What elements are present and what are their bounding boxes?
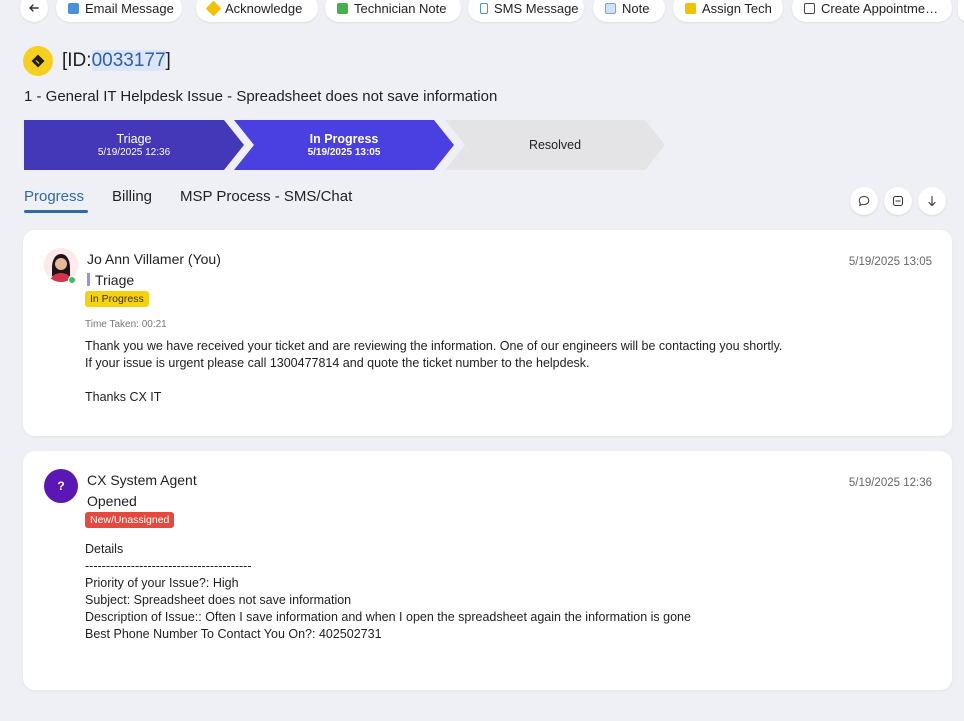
entry-timestamp: 5/19/2025 13:05 bbox=[848, 256, 932, 268]
timeline-entry: ? CX System Agent Opened New/Unassigned … bbox=[23, 451, 952, 690]
sms-icon bbox=[480, 2, 488, 14]
stage-name: In Progress bbox=[309, 132, 379, 146]
more-toolbar-button[interactable] bbox=[958, 0, 964, 22]
entry-author: CX System Agent bbox=[87, 472, 197, 488]
email-message-label: Email Message bbox=[85, 0, 174, 16]
assign-tech-button[interactable]: Assign Tech bbox=[673, 0, 783, 22]
stage-progress: Triage 5/19/2025 12:36 In Progress 5/19/… bbox=[24, 120, 684, 170]
stage-name: Triage bbox=[116, 132, 152, 146]
note-icon bbox=[605, 2, 616, 14]
online-status-dot bbox=[68, 276, 76, 284]
status-badge: In Progress bbox=[85, 291, 149, 307]
entry-body: Thank you we have received your ticket a… bbox=[85, 339, 783, 404]
tab-billing[interactable]: Billing bbox=[112, 188, 152, 205]
back-button[interactable] bbox=[20, 0, 48, 22]
collapse-button[interactable] bbox=[884, 187, 912, 215]
status-badge: New/Unassigned bbox=[85, 512, 175, 528]
sort-down-button[interactable] bbox=[918, 187, 946, 215]
assign-tech-label: Assign Tech bbox=[702, 0, 772, 16]
acknowledge-icon bbox=[205, 0, 222, 16]
tab-progress[interactable]: Progress bbox=[24, 188, 84, 205]
speech-bubble-icon bbox=[858, 195, 870, 207]
acknowledge-button[interactable]: Acknowledge bbox=[196, 0, 318, 22]
comment-button[interactable] bbox=[850, 187, 878, 215]
technician-note-icon bbox=[337, 2, 348, 14]
arrow-down-icon bbox=[928, 195, 936, 207]
entry-author: Jo Ann Villamer (You) bbox=[87, 251, 221, 267]
time-taken: Time Taken: 00:21 bbox=[85, 319, 167, 330]
action-toolbar: Email Message Acknowledge Technician Not… bbox=[0, 0, 964, 22]
sms-message-button[interactable]: SMS Message bbox=[468, 0, 584, 22]
assign-tech-icon bbox=[685, 2, 696, 14]
ticket-id-prefix: [ID: bbox=[62, 50, 92, 71]
email-message-button[interactable]: Email Message bbox=[56, 0, 182, 22]
stage-marker bbox=[87, 273, 90, 286]
ticket-icon bbox=[23, 46, 53, 76]
sms-message-label: SMS Message bbox=[494, 0, 579, 16]
ticket-title: 1 - General IT Helpdesk Issue - Spreadsh… bbox=[24, 88, 498, 105]
entry-stage: Opened bbox=[87, 493, 137, 509]
entry-stage-text: Triage bbox=[95, 272, 135, 288]
ticket-id-number[interactable]: 0033177 bbox=[91, 50, 166, 71]
ticket-id-suffix: ] bbox=[165, 50, 171, 71]
arrow-left-icon bbox=[29, 4, 39, 12]
stage-resolved[interactable]: Resolved bbox=[445, 120, 665, 170]
entry-body: Details --------------------------------… bbox=[85, 542, 691, 641]
acknowledge-label: Acknowledge bbox=[225, 0, 303, 16]
technician-note-button[interactable]: Technician Note bbox=[325, 0, 461, 22]
calendar-icon bbox=[804, 2, 815, 14]
avatar: ? bbox=[44, 469, 78, 503]
stage-in-progress[interactable]: In Progress 5/19/2025 13:05 bbox=[234, 120, 454, 170]
note-button[interactable]: Note bbox=[593, 0, 665, 22]
stage-name: Resolved bbox=[528, 138, 582, 152]
ticket-id: [ID:0033177] bbox=[62, 50, 171, 72]
collapse-icon bbox=[893, 196, 903, 206]
timeline-entry: Jo Ann Villamer (You) Triage In Progress… bbox=[23, 230, 952, 436]
create-appointment-label: Create Appointme… bbox=[821, 0, 939, 16]
email-icon bbox=[68, 2, 79, 14]
entry-timestamp: 5/19/2025 12:36 bbox=[848, 477, 932, 489]
stage-triage[interactable]: Triage 5/19/2025 12:36 bbox=[24, 120, 244, 170]
tab-msp-process[interactable]: MSP Process - SMS/Chat bbox=[180, 188, 352, 205]
ticket-shape-icon bbox=[31, 54, 45, 68]
technician-note-label: Technician Note bbox=[354, 0, 447, 16]
active-tab-indicator bbox=[24, 210, 88, 213]
stage-date: 5/19/2025 13:05 bbox=[307, 147, 381, 158]
note-label: Note bbox=[622, 0, 650, 16]
create-appointment-button[interactable]: Create Appointme… bbox=[792, 0, 952, 22]
entry-stage: Triage bbox=[87, 272, 134, 288]
stage-date: 5/19/2025 12:36 bbox=[97, 147, 171, 158]
